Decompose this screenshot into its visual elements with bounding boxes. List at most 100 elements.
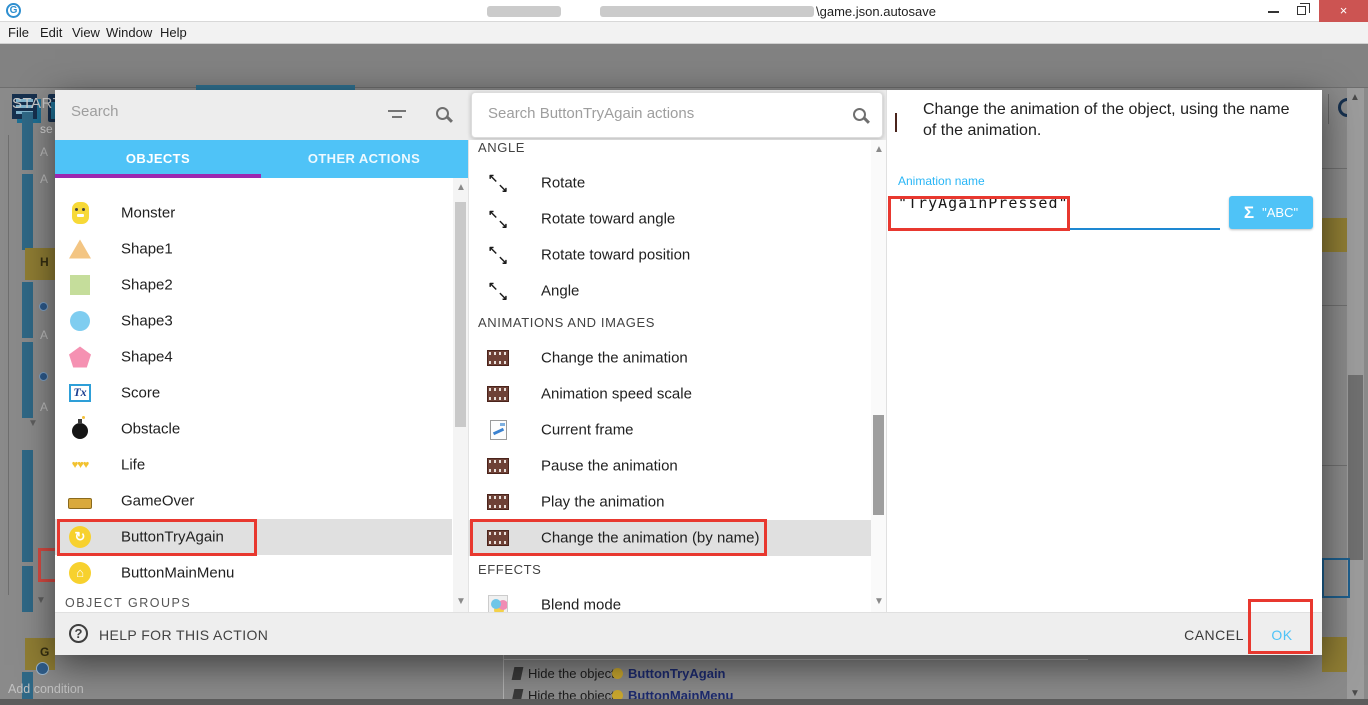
object-row-gameover[interactable]: GameOver	[55, 483, 452, 519]
action-label: Pause the animation	[541, 458, 678, 475]
section-header-effects: EFFECTS	[478, 562, 541, 577]
behavior-gear-icon	[39, 302, 48, 311]
action-row-current-frame[interactable]: Current frame	[468, 412, 871, 448]
action-label: Rotate toward angle	[541, 211, 675, 228]
object-row-score[interactable]: Tx Score	[55, 375, 452, 411]
object-label: ButtonMainMenu	[121, 565, 234, 582]
expression-editor-button[interactable]: Σ "ABC"	[1229, 196, 1313, 229]
scrollbar-thumb[interactable]	[455, 202, 466, 427]
event-text-fragment: A	[40, 400, 48, 414]
scroll-up-icon[interactable]: ▲	[456, 182, 466, 193]
object-row-shape3[interactable]: Shape3	[55, 303, 452, 339]
main-toolbar: + + + + − ↶ ↷	[0, 44, 1368, 88]
action-search-input[interactable]	[488, 105, 818, 122]
menu-edit[interactable]: Edit	[40, 25, 62, 40]
event-text-fragment: se	[40, 122, 53, 136]
action-row-angle[interactable]: ↖↘ Angle	[468, 273, 871, 309]
cancel-button[interactable]: CANCEL	[1179, 627, 1249, 643]
menu-window[interactable]: Window	[106, 25, 152, 40]
tab-objects[interactable]: OBJECTS	[55, 140, 261, 178]
object-row-shape2[interactable]: Shape2	[55, 267, 452, 303]
object-label: Obstacle	[121, 421, 180, 438]
object-row-buttonmainmenu[interactable]: ⌂ ButtonMainMenu	[55, 555, 452, 591]
annotation-box-animation-name-value	[888, 196, 1070, 231]
event-condition-bar	[22, 112, 33, 170]
filmstrip-icon	[485, 494, 511, 510]
app-logo-icon: G	[6, 3, 21, 18]
menu-view[interactable]: View	[72, 25, 100, 40]
action-row-change-animation[interactable]: Change the animation	[468, 340, 871, 376]
object-search-bar[interactable]	[55, 90, 468, 140]
action-text: Hide the object	[528, 666, 615, 681]
event-condition-bar	[22, 174, 33, 250]
action-row-rotate[interactable]: ↖↘ Rotate	[468, 165, 871, 201]
collapse-caret-icon[interactable]: ▼	[36, 595, 46, 606]
action-label: Change the animation	[541, 350, 688, 367]
event-divider	[1322, 168, 1347, 169]
scrollbar-thumb[interactable]	[873, 415, 884, 515]
comment-block	[1322, 637, 1347, 672]
collapse-caret-icon[interactable]: ▼	[28, 418, 38, 429]
action-label: Current frame	[541, 422, 634, 439]
object-label: Shape4	[121, 349, 173, 366]
event-divider	[1322, 305, 1347, 306]
scroll-down-icon[interactable]: ▼	[1350, 688, 1360, 699]
event-text-fragment: A	[40, 328, 48, 342]
scroll-down-icon[interactable]: ▼	[456, 596, 466, 607]
object-label: Score	[121, 385, 160, 402]
filter-icon[interactable]	[388, 110, 406, 121]
text-object-icon: Tx	[67, 384, 93, 402]
restore-button[interactable]	[1297, 6, 1306, 15]
object-row-life[interactable]: ♥♥♥ Life	[55, 447, 452, 483]
event-condition-bar	[22, 566, 33, 612]
action-row-rotate-toward-position[interactable]: ↖↘ Rotate toward position	[468, 237, 871, 273]
menu-help[interactable]: Help	[160, 25, 187, 40]
add-condition-link[interactable]: Add condition	[8, 682, 84, 696]
menu-file[interactable]: File	[8, 25, 29, 40]
search-icon[interactable]	[436, 107, 449, 120]
action-row-rotate-toward-angle[interactable]: ↖↘ Rotate toward angle	[468, 201, 871, 237]
object-row-obstacle[interactable]: Obstacle	[55, 411, 452, 447]
menu-bar: File Edit View Window Help	[0, 22, 1368, 44]
section-header-angle: ANGLE	[478, 140, 525, 155]
event-indent-guide	[503, 655, 504, 705]
bomb-icon	[67, 419, 93, 439]
event-divider	[503, 659, 1088, 660]
scroll-down-icon[interactable]: ▼	[874, 596, 884, 607]
action-row-play-animation[interactable]: Play the animation	[468, 484, 871, 520]
action-row-pause-animation[interactable]: Pause the animation	[468, 448, 871, 484]
object-label: Monster	[121, 205, 175, 222]
object-label: GameOver	[121, 493, 194, 510]
home-button-icon: ⌂	[67, 562, 93, 584]
action-list-scrollbar[interactable]: ▲ ▼	[871, 140, 886, 612]
object-label: Life	[121, 457, 145, 474]
action-label: Rotate	[541, 175, 585, 192]
action-search-bar[interactable]	[471, 92, 883, 138]
tab-other-actions[interactable]: OTHER ACTIONS	[261, 140, 467, 178]
scrollbar-thumb[interactable]	[1348, 375, 1363, 560]
help-for-this-action-link[interactable]: HELP FOR THIS ACTION	[99, 627, 268, 643]
event-condition-bar	[22, 342, 33, 418]
search-icon[interactable]	[853, 108, 866, 121]
filmstrip-icon	[895, 113, 897, 132]
action-label: Angle	[541, 283, 579, 300]
scroll-up-icon[interactable]: ▲	[874, 144, 884, 155]
object-row-monster[interactable]: Monster	[55, 195, 452, 231]
event-text-fragment: A	[40, 145, 48, 159]
annotation-box-buttontryagain	[57, 519, 257, 556]
object-row-shape1[interactable]: Shape1	[55, 231, 452, 267]
help-icon[interactable]: ?	[69, 624, 88, 643]
rotate-icon: ↖↘	[485, 245, 511, 265]
window-title: \game.json.autosave	[816, 4, 936, 19]
object-search-input[interactable]	[71, 103, 371, 120]
minimize-button[interactable]	[1268, 11, 1279, 13]
event-indent-guide	[8, 135, 9, 595]
frame-page-icon	[485, 420, 511, 440]
filmstrip-icon	[485, 458, 511, 474]
object-label: Shape2	[121, 277, 173, 294]
object-row-shape4[interactable]: Shape4	[55, 339, 452, 375]
scroll-up-icon[interactable]: ▲	[1350, 92, 1360, 103]
action-row-animation-speed-scale[interactable]: Animation speed scale	[468, 376, 871, 412]
close-button[interactable]: ×	[1319, 0, 1368, 22]
object-name: ButtonTryAgain	[628, 666, 726, 681]
